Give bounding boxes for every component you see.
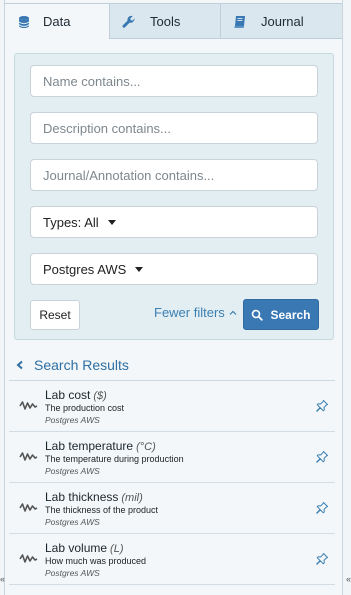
types-dropdown[interactable]: Types: All bbox=[30, 206, 318, 238]
tab-journal-label: Journal bbox=[261, 14, 304, 29]
name-filter-input[interactable] bbox=[30, 65, 318, 97]
types-dropdown-label: Types: All bbox=[43, 214, 99, 230]
sidebar-panel: Data Tools Journal Types: All Postgres A… bbox=[4, 0, 343, 595]
pin-icon[interactable] bbox=[315, 399, 329, 413]
tab-tools-label: Tools bbox=[150, 14, 181, 29]
search-results-title: Search Results bbox=[34, 357, 129, 373]
tab-divider bbox=[110, 38, 342, 39]
fewer-filters-label: Fewer filters bbox=[154, 305, 225, 320]
item-description: How much was produced bbox=[45, 556, 147, 566]
item-unit: ($) bbox=[93, 390, 107, 402]
tab-data[interactable]: Data bbox=[5, 3, 110, 39]
collapse-left-handle[interactable]: « bbox=[0, 574, 5, 584]
item-source: Postgres AWS bbox=[45, 517, 100, 527]
item-name: Lab temperature (°C) bbox=[45, 439, 156, 453]
source-dropdown[interactable]: Postgres AWS bbox=[30, 253, 318, 285]
item-source: Postgres AWS bbox=[45, 466, 100, 476]
item-unit: (mil) bbox=[121, 492, 143, 504]
list-item[interactable]: Lab temperature (°C) The temperature duri… bbox=[9, 432, 335, 483]
search-icon bbox=[251, 309, 264, 321]
item-name: Lab volume (L) bbox=[45, 541, 124, 555]
signal-wave-icon bbox=[19, 552, 38, 564]
journal-filter-input[interactable] bbox=[30, 159, 318, 191]
book-icon bbox=[233, 15, 247, 29]
reset-button-label: Reset bbox=[39, 308, 71, 322]
fewer-filters-link[interactable]: Fewer filters bbox=[154, 305, 237, 320]
item-unit: (°C) bbox=[136, 441, 156, 453]
item-name-text: Lab temperature bbox=[45, 439, 134, 453]
signal-wave-icon bbox=[19, 399, 38, 411]
list-item[interactable]: Lab thickness (mil) The thickness of the … bbox=[9, 483, 335, 534]
caret-down-icon bbox=[135, 266, 144, 272]
chevron-up-icon bbox=[229, 309, 237, 317]
item-unit: (L) bbox=[110, 543, 124, 555]
item-description: The temperature during production bbox=[45, 454, 184, 464]
item-description: The production cost bbox=[45, 403, 125, 413]
item-source: Postgres AWS bbox=[45, 568, 100, 578]
wrench-icon bbox=[122, 15, 136, 29]
search-button[interactable]: Search bbox=[243, 299, 319, 330]
item-name-text: Lab thickness bbox=[45, 490, 119, 504]
item-name-text: Lab cost bbox=[45, 388, 91, 402]
item-source: Postgres AWS bbox=[45, 415, 100, 425]
tab-journal[interactable]: Journal bbox=[221, 3, 342, 39]
item-name-text: Lab volume bbox=[45, 541, 108, 555]
source-dropdown-label: Postgres AWS bbox=[43, 261, 127, 277]
results-list: Lab cost ($) The production cost Postgres… bbox=[9, 381, 335, 585]
tab-data-label: Data bbox=[43, 14, 71, 29]
tab-bar: Data Tools Journal bbox=[5, 3, 342, 39]
item-name: Lab cost ($) bbox=[45, 388, 107, 402]
item-description: The thickness of the product bbox=[45, 505, 159, 515]
filter-panel: Types: All Postgres AWS Reset Fewer filt… bbox=[14, 53, 334, 340]
tab-tools[interactable]: Tools bbox=[110, 3, 221, 39]
caret-down-icon bbox=[107, 219, 116, 225]
signal-wave-icon bbox=[19, 450, 38, 462]
pin-icon[interactable] bbox=[315, 450, 329, 464]
reset-button[interactable]: Reset bbox=[30, 300, 80, 330]
collapse-right-handle[interactable]: « bbox=[346, 574, 351, 584]
pin-icon[interactable] bbox=[315, 501, 329, 515]
pin-icon[interactable] bbox=[315, 552, 329, 566]
search-results-header[interactable]: Search Results bbox=[15, 357, 129, 373]
list-item[interactable]: Lab cost ($) The production cost Postgres… bbox=[9, 381, 335, 432]
chevron-left-icon bbox=[15, 360, 25, 370]
database-icon bbox=[17, 15, 31, 29]
signal-wave-icon bbox=[19, 501, 38, 513]
list-item[interactable]: Lab volume (L) How much was produced Post… bbox=[9, 534, 335, 585]
search-button-label: Search bbox=[270, 307, 311, 322]
description-filter-input[interactable] bbox=[30, 112, 318, 144]
item-name: Lab thickness (mil) bbox=[45, 490, 143, 504]
